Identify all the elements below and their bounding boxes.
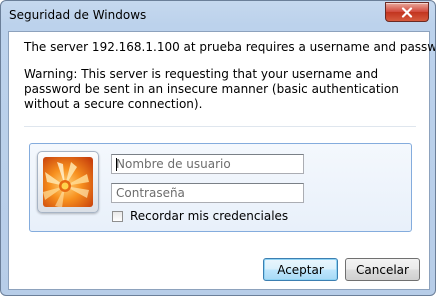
text-cursor: [116, 158, 117, 171]
remember-checkbox[interactable]: [112, 210, 123, 222]
user-tile-flower-icon: [43, 157, 93, 207]
warning-message: Warning: This server is requesting that …: [24, 67, 399, 111]
password-input[interactable]: [111, 183, 304, 203]
remember-label: Recordar mis credenciales: [130, 209, 289, 223]
avatar: [37, 151, 99, 213]
dialog-content: The server 192.168.1.100 at prueba requi…: [8, 31, 436, 290]
title-bar[interactable]: Seguridad de Windows: [1, 1, 435, 31]
close-icon: [401, 6, 413, 18]
accept-button[interactable]: Aceptar: [263, 258, 338, 281]
window-title: Seguridad de Windows: [9, 8, 147, 22]
username-input[interactable]: [111, 154, 304, 174]
remember-credentials[interactable]: Recordar mis credenciales: [112, 209, 288, 223]
cancel-button[interactable]: Cancelar: [345, 258, 420, 281]
credential-tile: Recordar mis credenciales: [29, 143, 412, 232]
separator: [24, 126, 416, 127]
security-dialog: Seguridad de Windows The server 192.168.…: [0, 0, 436, 296]
server-message: The server 192.168.1.100 at prueba requi…: [24, 40, 436, 54]
close-button[interactable]: [385, 2, 429, 22]
message-area: The server 192.168.1.100 at prueba requi…: [24, 40, 436, 112]
